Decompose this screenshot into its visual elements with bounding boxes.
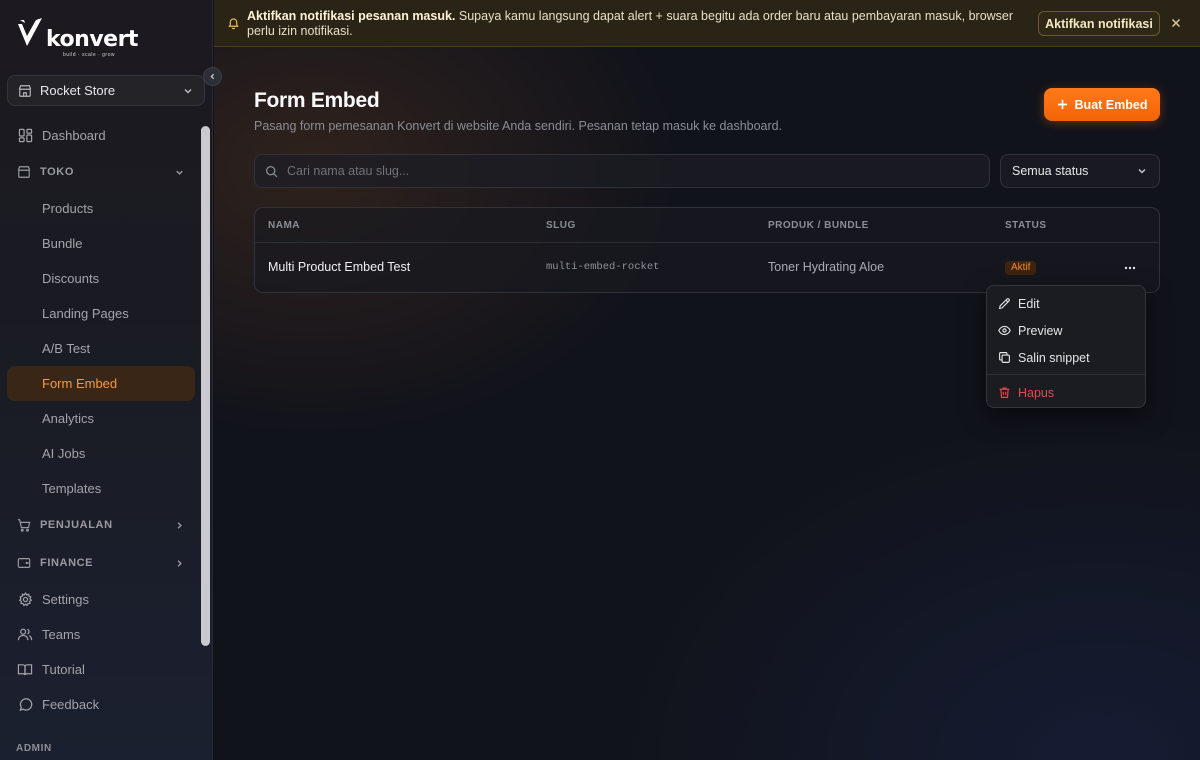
cart-icon — [17, 518, 31, 532]
sidebar-item-form-embed[interactable]: Form Embed — [7, 366, 195, 401]
sidebar-item-ai-jobs[interactable]: AI Jobs — [7, 436, 195, 471]
sidebar-item-landing-pages[interactable]: Landing Pages — [7, 296, 195, 331]
sidebar-collapse-button[interactable] — [203, 67, 222, 86]
header-name: NAMA — [268, 219, 300, 231]
menu-item-copy-snippet[interactable]: Salin snippet — [991, 344, 1141, 371]
menu-item-preview[interactable]: Preview — [991, 317, 1141, 344]
sidebar-item-label: Teams — [42, 627, 81, 642]
section-label: PENJUALAN — [40, 519, 113, 531]
cell-name: Multi Product Embed Test — [268, 260, 411, 274]
store-icon — [17, 165, 31, 179]
menu-item-label: Preview — [1018, 323, 1063, 338]
sidebar-section-finance[interactable]: FINANCE — [7, 544, 195, 582]
enable-notifications-button[interactable]: Aktifkan notifikasi — [1038, 11, 1160, 36]
sidebar-scrollbar[interactable] — [201, 126, 210, 646]
chevron-down-icon — [176, 170, 183, 175]
header-slug: SLUG — [546, 219, 576, 231]
row-actions-menu: Edit Preview Salin snippet Hapus — [986, 285, 1146, 408]
header-product: PRODUK / BUNDLE — [768, 219, 869, 231]
sidebar-item-label: Tutorial — [42, 662, 85, 677]
sidebar-section-admin: ADMIN — [16, 743, 52, 754]
menu-item-label: Hapus — [1018, 385, 1055, 400]
create-embed-label: Buat Embed — [1074, 97, 1148, 112]
sidebar-section-toko[interactable]: TOKO — [7, 153, 195, 191]
sidebar-item-settings[interactable]: Settings — [7, 582, 195, 617]
brand-name: konvert — [46, 27, 138, 52]
sidebar-item-label: Settings — [42, 592, 89, 607]
sidebar-item-analytics[interactable]: Analytics — [7, 401, 195, 436]
sidebar-item-dashboard[interactable]: Dashboard — [7, 118, 195, 153]
menu-item-label: Edit — [1018, 296, 1040, 311]
eye-icon — [998, 325, 1011, 336]
brand-logo[interactable]: konvert build · scale · grow — [16, 16, 138, 58]
cell-product: Toner Hydrating Aloe — [768, 260, 885, 274]
copy-icon — [999, 352, 1010, 363]
page-subtitle: Pasang form pemesanan Konvert di website… — [254, 119, 783, 133]
gear-icon — [17, 592, 33, 608]
konvert-logo-icon — [18, 18, 42, 46]
sidebar: konvert build · scale · grow Rocket Stor… — [0, 0, 213, 760]
message-circle-icon — [17, 697, 33, 713]
sidebar-item-bundle[interactable]: Bundle — [7, 226, 195, 261]
menu-item-edit[interactable]: Edit — [991, 290, 1141, 317]
sidebar-item-ab-test[interactable]: A/B Test — [7, 331, 195, 366]
status-filter-select[interactable]: Semua status — [1000, 154, 1160, 188]
pencil-icon — [998, 298, 1010, 310]
sidebar-section-penjualan[interactable]: PENJUALAN — [7, 506, 195, 544]
cell-slug: multi-embed-rocket — [546, 261, 660, 273]
more-horizontal-icon — [1124, 266, 1136, 270]
header-status: STATUS — [1005, 219, 1047, 231]
page-title: Form Embed — [254, 89, 380, 112]
chevron-left-icon — [210, 73, 215, 80]
chevron-right-icon — [177, 521, 182, 529]
dashboard-icon — [17, 128, 33, 144]
store-switcher[interactable]: Rocket Store — [7, 75, 205, 106]
trash-icon — [999, 387, 1010, 398]
menu-item-delete[interactable]: Hapus — [991, 379, 1141, 406]
table-header: NAMA SLUG PRODUK / BUNDLE STATUS — [255, 208, 1159, 243]
status-filter-value: Semua status — [1012, 164, 1089, 178]
embed-table: NAMA SLUG PRODUK / BUNDLE STATUS Multi P… — [254, 207, 1160, 293]
sidebar-item-label: Feedback — [42, 697, 100, 712]
wallet-icon — [17, 556, 31, 570]
main-content: Aktifkan notifikasi pesanan masuk. Supay… — [214, 0, 1200, 760]
store-name: Rocket Store — [40, 83, 116, 98]
sidebar-item-label: Dashboard — [42, 128, 106, 143]
menu-item-label: Salin snippet — [1018, 350, 1090, 365]
create-embed-button[interactable]: Buat Embed — [1044, 88, 1160, 121]
sidebar-nav: Dashboard TOKO Products Bundle Discounts… — [7, 118, 195, 722]
sidebar-item-discounts[interactable]: Discounts — [7, 261, 195, 296]
banner-message: Aktifkan notifikasi pesanan masuk. Supay… — [247, 9, 1037, 39]
sidebar-item-feedback[interactable]: Feedback — [7, 687, 195, 722]
plus-icon — [1057, 99, 1067, 110]
chevron-down-icon — [184, 88, 192, 94]
chevron-right-icon — [177, 559, 182, 567]
search-input[interactable] — [287, 164, 979, 178]
notification-banner: Aktifkan notifikasi pesanan masuk. Supay… — [214, 0, 1200, 47]
search-icon — [265, 165, 278, 177]
section-label: FINANCE — [40, 557, 94, 569]
sidebar-item-teams[interactable]: Teams — [7, 617, 195, 652]
banner-title: Aktifkan notifikasi pesanan masuk. — [247, 9, 456, 23]
brand-tagline: build · scale · grow — [63, 52, 115, 58]
status-badge: Aktif — [1005, 261, 1037, 275]
menu-divider — [987, 374, 1145, 375]
chevron-down-icon — [1138, 168, 1146, 174]
section-label: TOKO — [40, 166, 74, 178]
row-actions-button[interactable] — [1121, 260, 1139, 276]
sidebar-item-templates[interactable]: Templates — [7, 471, 195, 506]
close-icon[interactable] — [1169, 16, 1183, 30]
store-icon — [18, 84, 32, 97]
bell-icon — [228, 18, 239, 30]
sidebar-item-tutorial[interactable]: Tutorial — [7, 652, 195, 687]
search-box[interactable] — [254, 154, 990, 188]
sidebar-item-products[interactable]: Products — [7, 191, 195, 226]
book-open-icon — [17, 662, 33, 678]
users-icon — [17, 627, 33, 643]
